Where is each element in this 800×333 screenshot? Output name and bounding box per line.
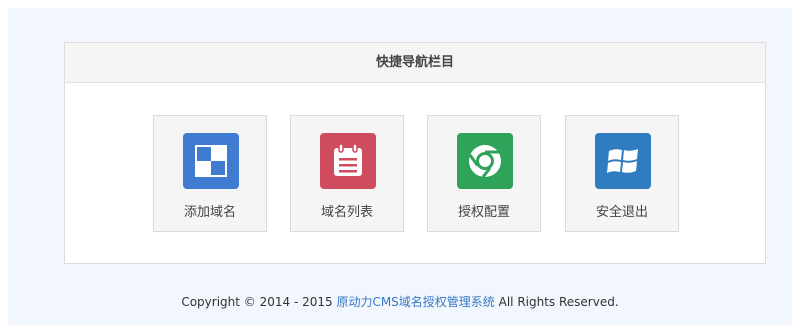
quick-nav-panel: 快捷导航栏目 添加域名 域名列表 授权配置 安全退出 bbox=[64, 42, 766, 264]
chrome-icon bbox=[457, 133, 513, 189]
quick-nav-row: 添加域名 域名列表 授权配置 安全退出 bbox=[153, 115, 680, 232]
windows-icon bbox=[595, 133, 651, 189]
notepad-icon bbox=[320, 133, 376, 189]
page-background: 快捷导航栏目 添加域名 域名列表 授权配置 安全退出 Copyright © 2… bbox=[8, 8, 792, 325]
nav-tile-label: 安全退出 bbox=[595, 205, 648, 220]
nav-tile-add-domain[interactable]: 添加域名 bbox=[153, 115, 267, 232]
nav-tile-label: 添加域名 bbox=[183, 205, 236, 220]
rights-text: All Rights Reserved. bbox=[494, 295, 619, 309]
copyright-text: Copyright © 2014 - 2015 bbox=[181, 295, 337, 309]
panel-title: 快捷导航栏目 bbox=[65, 43, 765, 83]
grid-icon bbox=[183, 133, 239, 189]
nav-tile-logout[interactable]: 安全退出 bbox=[565, 115, 679, 232]
footer-copyright: Copyright © 2014 - 2015 原动力CMS域名授权管理系统 A… bbox=[8, 293, 792, 310]
system-name-link[interactable]: 原动力CMS域名授权管理系统 bbox=[336, 295, 494, 309]
nav-tile-label: 域名列表 bbox=[320, 205, 373, 220]
nav-tile-license-config[interactable]: 授权配置 bbox=[427, 115, 541, 232]
nav-tile-domain-list[interactable]: 域名列表 bbox=[290, 115, 404, 232]
nav-tile-label: 授权配置 bbox=[457, 205, 510, 220]
